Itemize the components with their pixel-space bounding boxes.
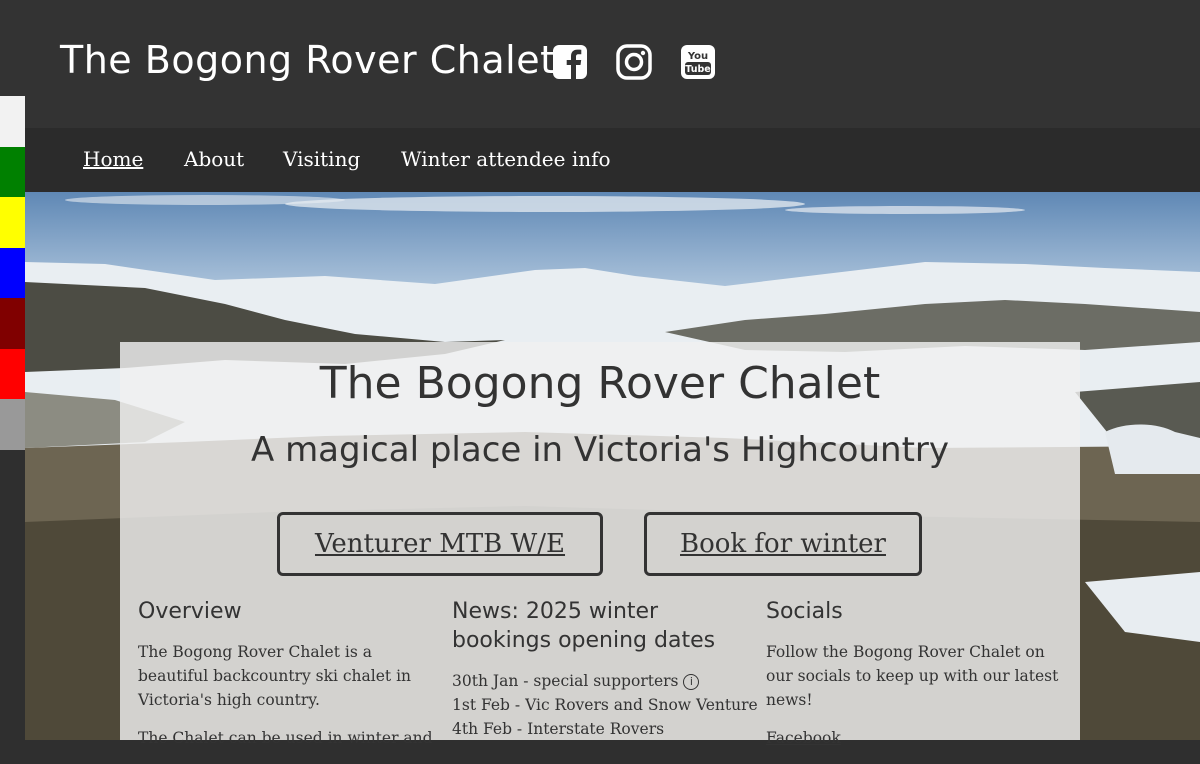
socials-heading: Socials <box>766 599 843 624</box>
site-header: The Bogong Rover Chalet You Tube <box>0 0 1200 128</box>
social-icons: You Tube <box>552 44 716 80</box>
news-heading: News: 2025 winter bookings opening dates <box>452 599 716 653</box>
info-icon[interactable]: i <box>683 674 700 690</box>
news-list: 30th Jan - special supporters i 1st Feb … <box>452 669 758 741</box>
overview-column: Overview The Bogong Rover Chalet is a be… <box>138 597 433 764</box>
socials-text: Follow the Bogong Rover Chalet on our so… <box>766 643 1059 709</box>
news-column: News: 2025 winter bookings opening dates… <box>452 597 758 741</box>
overview-paragraph: The Chalet can be used in winter and <box>138 729 433 747</box>
news-item: 4th Feb - Interstate Rovers <box>452 720 665 738</box>
hero-title: The Bogong Rover Chalet <box>319 358 881 409</box>
facebook-icon[interactable] <box>552 44 588 80</box>
overview-paragraph: The Bogong Rover Chalet is a beautiful b… <box>138 643 412 709</box>
book-for-winter-button[interactable]: Book for winter <box>644 512 922 576</box>
nav-item-about[interactable]: About <box>184 147 244 171</box>
color-swatch <box>0 298 25 349</box>
svg-text:Tube: Tube <box>685 64 710 75</box>
venturer-mtb-button[interactable]: Venturer MTB W/E <box>277 512 603 576</box>
overview-heading: Overview <box>138 599 242 624</box>
youtube-icon[interactable]: You Tube <box>680 44 716 80</box>
nav-item-winter-attendee-info[interactable]: Winter attendee info <box>401 147 611 171</box>
socials-column: Socials Follow the Bogong Rover Chalet o… <box>766 597 1061 750</box>
nav-item-visiting[interactable]: Visiting <box>283 147 360 171</box>
color-swatch <box>0 197 25 248</box>
color-swatch <box>0 399 25 450</box>
color-swatch <box>0 247 25 298</box>
color-strip <box>0 96 25 450</box>
hero-panel: The Bogong Rover Chalet A magical place … <box>120 342 1080 747</box>
instagram-icon[interactable] <box>616 44 652 80</box>
news-item: 30th Jan - special supporters i <box>452 669 747 693</box>
facebook-link[interactable]: Facebook <box>766 729 841 747</box>
color-swatch <box>0 96 25 147</box>
hero-subtitle: A magical place in Victoria's Highcountr… <box>251 430 949 470</box>
color-swatch <box>0 348 25 399</box>
color-swatch <box>0 146 25 197</box>
news-item: 1st Feb - Vic Rovers and Snow Venture <box>452 696 758 714</box>
site-title[interactable]: The Bogong Rover Chalet <box>60 38 555 82</box>
nav-item-home[interactable]: Home <box>83 147 143 171</box>
main-nav: Home About Visiting Winter attendee info <box>25 128 1200 192</box>
svg-text:You: You <box>687 51 708 62</box>
